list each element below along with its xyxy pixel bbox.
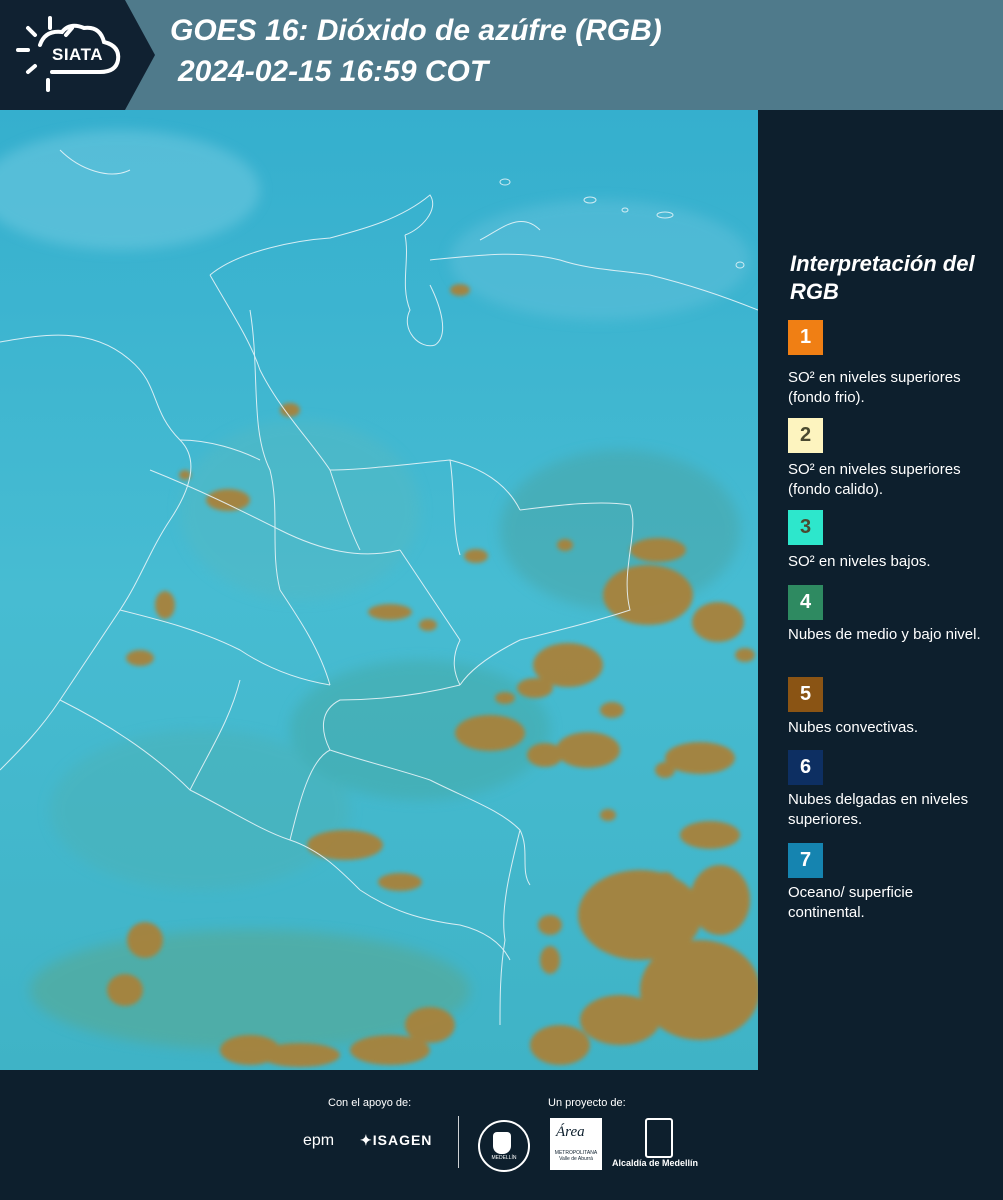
legend-label-3: SO² en niveles bajos. [788,553,931,570]
header-bar: SIATA GOES 16: Dióxido de azúfre (RGB) 2… [0,0,1003,110]
legend-swatch-3: 3 [788,510,823,545]
legend-label-4: Nubes de medio y bajo nivel. [788,626,981,643]
siata-logo: SIATA [0,0,155,110]
alcaldia-logo-text: Alcaldía de Medellín [612,1158,699,1168]
legend-swatch-4: 4 [788,585,823,620]
page-title: GOES 16: Dióxido de azúfre (RGB) [170,14,662,47]
alcaldia-emblem-icon [645,1118,673,1158]
legend-label-1: SO² en niveles superiores (fondo frio). [788,369,961,406]
legend-swatch-1: 1 [788,320,823,355]
map-image [0,110,758,1070]
satellite-map [0,110,758,1070]
legend-swatch-5: 5 [788,677,823,712]
footer: Con el apoyo de: Un proyecto de: epm ✦IS… [0,1070,1003,1200]
legend-title: Interpretación del RGB [790,251,975,304]
isagen-logo: ✦ISAGEN [360,1132,432,1149]
legend-swatch-6: 6 [788,750,823,785]
legend-label-7: Oceano/ superficie continental. [788,884,914,921]
logo-text: SIATA [52,45,103,64]
legend-label-6: Nubes delgadas en niveles superiores. [788,791,969,828]
isagen-text: ISAGEN [372,1132,433,1148]
footer-divider [458,1116,459,1168]
isagen-icon: ✦ [360,1132,373,1148]
legend-label-2: SO² en niveles superiores (fondo calido)… [788,461,961,498]
seal-text: MEDELLÍN [491,1155,517,1161]
page-timestamp: 2024-02-15 16:59 COT [178,55,489,88]
epm-logo: epm [303,1132,335,1149]
legend-panel: Interpretación del RGB 1 SO² en niveles … [770,110,1003,1070]
area-metropolitana-logo: Área METROPOLITANA Valle de Aburrá [550,1118,602,1170]
legend-swatch-7: 7 [788,843,823,878]
area-logo-sub: METROPOLITANA Valle de Aburrá [554,1150,598,1162]
legend-label-5: Nubes convectivas. [788,719,919,736]
medellin-seal: MEDELLÍN [478,1120,530,1172]
area-logo-text: Área [556,1124,585,1140]
legend-swatch-2: 2 [788,418,823,453]
project-label: Un proyecto de: [548,1097,626,1109]
seal-icon [493,1132,511,1154]
support-label: Con el apoyo de: [328,1097,412,1109]
